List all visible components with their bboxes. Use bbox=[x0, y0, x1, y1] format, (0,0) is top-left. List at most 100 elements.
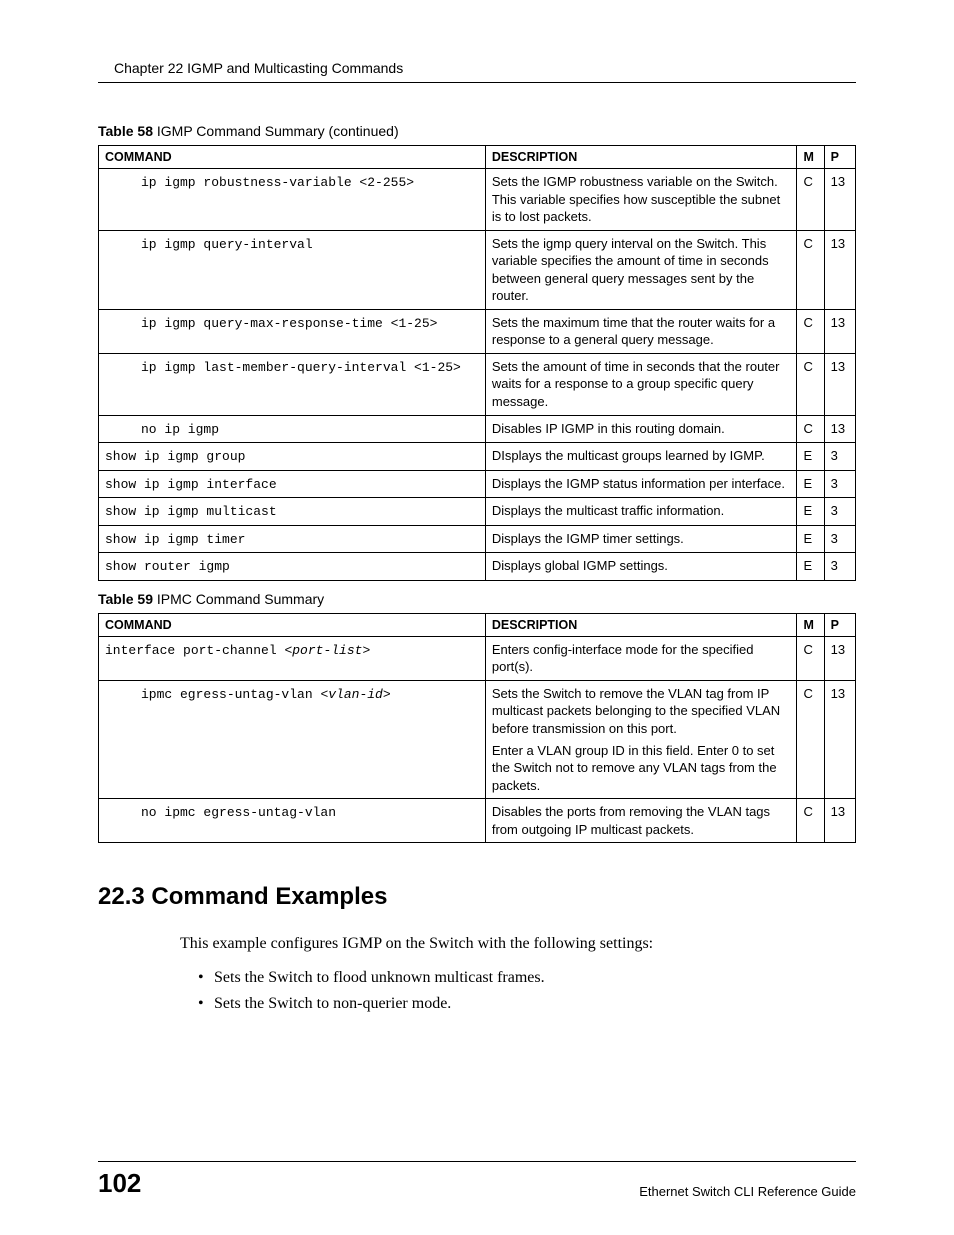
table-row: show ip igmp timer Displays the IGMP time… bbox=[99, 525, 856, 553]
command-text: interface port-channel bbox=[105, 643, 284, 658]
th-p: P bbox=[824, 146, 855, 169]
cell-p: 13 bbox=[824, 353, 855, 415]
table-header-row: COMMAND DESCRIPTION M P bbox=[99, 613, 856, 636]
table-row: no ipmc egress-untag-vlan Disables the po… bbox=[99, 799, 856, 843]
command-text: show ip igmp interface bbox=[105, 477, 277, 492]
table-row: show router igmp Displays global IGMP set… bbox=[99, 553, 856, 581]
description-text: Sets the Switch to remove the VLAN tag f… bbox=[492, 685, 791, 738]
cell-command: no ip igmp bbox=[99, 415, 486, 443]
command-text: ip igmp robustness-variable <2-255> bbox=[141, 175, 414, 190]
cell-m: E bbox=[797, 553, 824, 581]
cell-description: Displays the IGMP status information per… bbox=[485, 470, 797, 498]
cell-command: ip igmp query-interval bbox=[99, 230, 486, 309]
table-row: ip igmp query-interval Sets the igmp quer… bbox=[99, 230, 856, 309]
description-text: Displays the IGMP timer settings. bbox=[492, 530, 791, 548]
cell-m: C bbox=[797, 353, 824, 415]
command-text: ipmc egress-untag-vlan bbox=[141, 687, 320, 702]
cell-description: Displays the multicast traffic informati… bbox=[485, 498, 797, 526]
cell-m: C bbox=[797, 309, 824, 353]
description-text: Disables IP IGMP in this routing domain. bbox=[492, 420, 791, 438]
cell-p: 3 bbox=[824, 470, 855, 498]
page-number: 102 bbox=[98, 1168, 141, 1199]
cell-m: C bbox=[797, 230, 824, 309]
table59-caption-label: Table 59 bbox=[98, 591, 153, 607]
description-text: Sets the igmp query interval on the Swit… bbox=[492, 235, 791, 305]
cell-command: no ipmc egress-untag-vlan bbox=[99, 799, 486, 843]
cell-command: ip igmp robustness-variable <2-255> bbox=[99, 169, 486, 231]
cell-p: 13 bbox=[824, 415, 855, 443]
cell-command: interface port-channel <port-list> bbox=[99, 636, 486, 680]
cell-description: Sets the igmp query interval on the Swit… bbox=[485, 230, 797, 309]
command-arg: <vlan-id> bbox=[320, 687, 390, 702]
table-row: ip igmp last-member-query-interval <1-25… bbox=[99, 353, 856, 415]
table-row: ip igmp robustness-variable <2-255> Sets … bbox=[99, 169, 856, 231]
table58-caption-label: Table 58 bbox=[98, 123, 153, 139]
table-row: show ip igmp multicast Displays the multi… bbox=[99, 498, 856, 526]
section-intro: This example configures IGMP on the Swit… bbox=[180, 933, 856, 955]
table-header-row: COMMAND DESCRIPTION M P bbox=[99, 146, 856, 169]
section-heading: 22.3 Command Examples bbox=[98, 883, 856, 911]
cell-description: Enters config-interface mode for the spe… bbox=[485, 636, 797, 680]
cell-description: Sets the IGMP robustness variable on the… bbox=[485, 169, 797, 231]
description-text: Enter a VLAN group ID in this field. Ent… bbox=[492, 742, 791, 795]
cell-command: show router igmp bbox=[99, 553, 486, 581]
description-text: Disables the ports from removing the VLA… bbox=[492, 803, 791, 838]
cell-m: C bbox=[797, 799, 824, 843]
cell-p: 3 bbox=[824, 525, 855, 553]
command-text: no ipmc egress-untag-vlan bbox=[141, 805, 336, 820]
cell-m: E bbox=[797, 443, 824, 471]
command-text: show ip igmp group bbox=[105, 449, 245, 464]
cell-description: Disables IP IGMP in this routing domain. bbox=[485, 415, 797, 443]
command-text: ip igmp query-max-response-time <1-25> bbox=[141, 316, 437, 331]
list-item: Sets the Switch to non-querier mode. bbox=[198, 992, 856, 1016]
cell-command: ip igmp last-member-query-interval <1-25… bbox=[99, 353, 486, 415]
th-command: COMMAND bbox=[99, 613, 486, 636]
cell-p: 13 bbox=[824, 636, 855, 680]
description-text: Sets the IGMP robustness variable on the… bbox=[492, 173, 791, 226]
footer-guide-name: Ethernet Switch CLI Reference Guide bbox=[639, 1184, 856, 1199]
cell-m: E bbox=[797, 470, 824, 498]
cell-command: show ip igmp timer bbox=[99, 525, 486, 553]
description-text: Sets the amount of time in seconds that … bbox=[492, 358, 791, 411]
table-row: interface port-channel <port-list>Enters… bbox=[99, 636, 856, 680]
cell-p: 13 bbox=[824, 309, 855, 353]
cell-m: C bbox=[797, 169, 824, 231]
table58: COMMAND DESCRIPTION M P ip igmp robustne… bbox=[98, 145, 856, 581]
table-row: no ip igmp Disables IP IGMP in this routi… bbox=[99, 415, 856, 443]
cell-m: C bbox=[797, 680, 824, 798]
cell-description: Sets the Switch to remove the VLAN tag f… bbox=[485, 680, 797, 798]
table-row: ip igmp query-max-response-time <1-25> Se… bbox=[99, 309, 856, 353]
command-text: no ip igmp bbox=[141, 422, 219, 437]
description-text: Displays the multicast traffic informati… bbox=[492, 502, 791, 520]
table59-caption: Table 59 IPMC Command Summary bbox=[98, 591, 856, 607]
table-row: show ip igmp interface Displays the IGMP … bbox=[99, 470, 856, 498]
command-text: show ip igmp timer bbox=[105, 532, 245, 547]
description-text: Displays the IGMP status information per… bbox=[492, 475, 791, 493]
page-header: Chapter 22 IGMP and Multicasting Command… bbox=[98, 60, 856, 76]
cell-p: 3 bbox=[824, 498, 855, 526]
description-text: Enters config-interface mode for the spe… bbox=[492, 641, 791, 676]
cell-p: 13 bbox=[824, 169, 855, 231]
list-item: Sets the Switch to flood unknown multica… bbox=[198, 966, 856, 990]
command-arg: <port-list> bbox=[284, 643, 370, 658]
cell-description: Displays global IGMP settings. bbox=[485, 553, 797, 581]
description-text: DIsplays the multicast groups learned by… bbox=[492, 447, 791, 465]
cell-p: 3 bbox=[824, 443, 855, 471]
command-text: show router igmp bbox=[105, 559, 230, 574]
cell-p: 3 bbox=[824, 553, 855, 581]
command-text: ip igmp query-interval bbox=[141, 237, 313, 252]
th-description: DESCRIPTION bbox=[485, 146, 797, 169]
cell-description: Sets the amount of time in seconds that … bbox=[485, 353, 797, 415]
cell-p: 13 bbox=[824, 230, 855, 309]
th-m: M bbox=[797, 146, 824, 169]
th-command: COMMAND bbox=[99, 146, 486, 169]
cell-command: show ip igmp group bbox=[99, 443, 486, 471]
cell-command: ipmc egress-untag-vlan <vlan-id> bbox=[99, 680, 486, 798]
cell-description: Sets the maximum time that the router wa… bbox=[485, 309, 797, 353]
cell-command: show ip igmp multicast bbox=[99, 498, 486, 526]
table59: COMMAND DESCRIPTION M P interface port-c… bbox=[98, 613, 856, 843]
table58-caption: Table 58 IGMP Command Summary (continued… bbox=[98, 123, 856, 139]
table-row: show ip igmp group DIsplays the multicast… bbox=[99, 443, 856, 471]
page-footer: 102 Ethernet Switch CLI Reference Guide bbox=[98, 1161, 856, 1199]
cell-m: C bbox=[797, 636, 824, 680]
